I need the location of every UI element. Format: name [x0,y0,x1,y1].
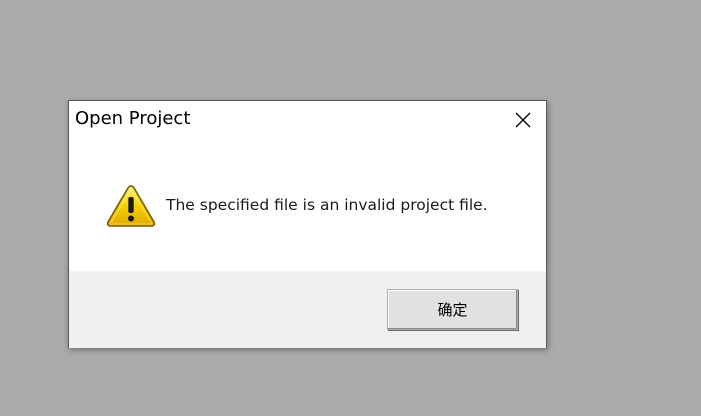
warning-icon [106,185,156,227]
dialog-title: Open Project [75,108,191,129]
dialog-titlebar[interactable]: Open Project [69,101,546,139]
close-icon [515,112,531,128]
dialog-footer: 确定 [69,271,546,348]
error-message: The specified file is an invalid project… [166,196,488,214]
open-project-dialog: Open Project The specified file is an in… [68,100,547,348]
dialog-content: The specified file is an invalid project… [69,139,546,271]
ok-button[interactable]: 确定 [387,289,518,330]
close-button[interactable] [500,101,546,139]
